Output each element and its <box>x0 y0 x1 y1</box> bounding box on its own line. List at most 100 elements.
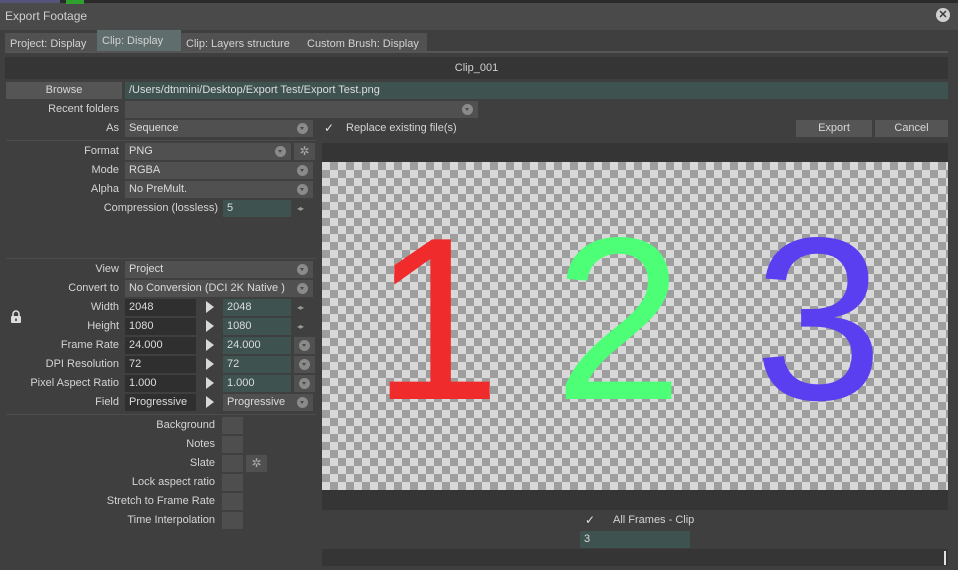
pixel-aspect-source-field[interactable]: 1.000 <box>125 375 196 392</box>
frame-rate-target-field[interactable]: 24.000 <box>223 337 291 354</box>
stretch-frame-rate-label: Stretch to Frame Rate <box>106 495 215 507</box>
top-strip <box>0 0 958 3</box>
height-target-field[interactable]: 1080 <box>223 318 291 335</box>
preview-digit-2: 2 <box>554 190 684 449</box>
clip-name-bar: Clip_001 <box>5 57 948 79</box>
format-settings-button[interactable]: ✲ <box>294 143 315 160</box>
magic-wand-icon: ✲ <box>251 456 262 470</box>
all-frames-label: All Frames - Clip <box>613 514 695 526</box>
frame-slider[interactable] <box>322 549 948 566</box>
tab-clip-layers-structure[interactable]: Clip: Layers structure <box>181 33 302 52</box>
pixel-aspect-dropdown[interactable] <box>294 375 315 392</box>
play-arrow-icon[interactable] <box>206 358 214 370</box>
frame-rate-source-field[interactable]: 24.000 <box>125 337 196 354</box>
divider <box>6 414 316 415</box>
alpha-dropdown[interactable]: No PreMult. <box>125 181 313 198</box>
preview-digit-3: 3 <box>754 190 884 449</box>
width-label: Width <box>90 301 119 313</box>
height-source-field[interactable]: 1080 <box>125 318 196 335</box>
compression-field[interactable]: 5 <box>223 200 291 217</box>
field-label: Field <box>95 396 119 408</box>
view-label: View <box>95 263 119 275</box>
spin-arrows-icon[interactable]: ◂▸ <box>297 299 304 316</box>
frame-rate-label: Frame Rate <box>60 339 119 351</box>
chevron-down-icon <box>299 340 310 351</box>
view-dropdown[interactable]: Project <box>125 261 313 278</box>
height-label: Height <box>87 320 119 332</box>
dpi-label: DPI Resolution <box>45 358 119 370</box>
slate-settings-button[interactable]: ✲ <box>246 455 267 472</box>
chevron-down-icon <box>462 104 473 115</box>
chevron-down-icon <box>297 397 308 408</box>
tab-custom-brush-display[interactable]: Custom Brush: Display <box>302 33 427 52</box>
width-source-field[interactable]: 2048 <box>125 299 196 316</box>
stretch-frame-rate-checkbox[interactable] <box>222 493 243 510</box>
slate-label: Slate <box>189 457 215 469</box>
browse-button[interactable]: Browse <box>6 82 122 99</box>
chevron-down-icon <box>297 165 308 176</box>
time-interpolation-checkbox[interactable] <box>222 512 243 529</box>
chevron-down-icon <box>297 264 308 275</box>
preview-digit-1: 1 <box>372 190 502 449</box>
convert-to-label: Convert to <box>68 282 119 294</box>
notes-label: Notes <box>186 438 215 450</box>
dpi-source-field[interactable]: 72 <box>125 356 196 373</box>
chevron-down-icon <box>299 378 310 389</box>
spin-arrows-icon[interactable]: ◂▸ <box>297 318 304 335</box>
compression-label: Compression (lossless) <box>103 202 218 214</box>
recent-folders-label: Recent folders <box>48 103 119 115</box>
divider <box>6 140 316 141</box>
divider <box>6 258 316 259</box>
background-label: Background <box>156 419 215 431</box>
export-path-field[interactable]: /Users/dtnmini/Desktop/Export Test/Expor… <box>125 82 948 99</box>
top-strip-indicator <box>66 0 84 4</box>
play-arrow-icon[interactable] <box>206 396 214 408</box>
replace-checkbox[interactable]: ✓ <box>324 120 334 137</box>
pixel-aspect-label: Pixel Aspect Ratio <box>30 377 119 389</box>
as-dropdown[interactable]: Sequence <box>125 120 313 137</box>
convert-to-dropdown[interactable]: No Conversion (DCI 2K Native ) <box>125 280 313 297</box>
top-strip-segment <box>0 0 60 3</box>
dpi-dropdown[interactable] <box>294 356 315 373</box>
replace-label: Replace existing file(s) <box>346 122 457 134</box>
close-icon[interactable]: ✕ <box>936 8 950 22</box>
format-dropdown[interactable]: PNG <box>125 143 291 160</box>
field-target-dropdown[interactable]: Progressive <box>223 394 313 411</box>
alpha-label: Alpha <box>90 183 119 195</box>
field-source-field[interactable]: Progressive <box>125 394 196 411</box>
play-arrow-icon[interactable] <box>206 320 214 332</box>
recent-folders-dropdown[interactable] <box>125 101 478 118</box>
window-title: Export Footage <box>5 9 88 23</box>
pixel-aspect-target-field[interactable]: 1.000 <box>223 375 291 392</box>
all-frames-checkbox[interactable]: ✓ <box>585 512 595 529</box>
notes-checkbox[interactable] <box>222 436 243 453</box>
width-target-field[interactable]: 2048 <box>223 299 291 316</box>
mode-dropdown[interactable]: RGBA <box>125 162 313 179</box>
cancel-button[interactable]: Cancel <box>875 120 948 137</box>
magic-wand-icon: ✲ <box>299 144 310 158</box>
play-arrow-icon[interactable] <box>206 301 214 313</box>
slate-checkbox[interactable] <box>222 455 243 472</box>
spin-arrows-icon[interactable]: ◂▸ <box>297 200 304 217</box>
lock-aspect-label: Lock aspect ratio <box>131 476 215 488</box>
tab-clip-display[interactable]: Clip: Display <box>97 30 181 52</box>
play-arrow-icon[interactable] <box>206 377 214 389</box>
chevron-down-icon <box>297 123 308 134</box>
frame-rate-dropdown[interactable] <box>294 337 315 354</box>
tab-underline <box>5 51 948 53</box>
mode-label: Mode <box>91 164 119 176</box>
format-label: Format <box>84 145 119 157</box>
slider-handle[interactable] <box>944 551 946 565</box>
lock-aspect-checkbox[interactable] <box>222 474 243 491</box>
background-checkbox[interactable] <box>222 417 243 434</box>
tab-bar: Project: Display Clip: Display Clip: Lay… <box>5 30 427 52</box>
chevron-down-icon <box>297 283 308 294</box>
play-arrow-icon[interactable] <box>206 339 214 351</box>
dpi-target-field[interactable]: 72 <box>223 356 291 373</box>
export-button[interactable]: Export <box>796 120 872 137</box>
chevron-down-icon <box>275 146 286 157</box>
preview-canvas: 1 2 3 <box>322 162 948 490</box>
chevron-down-icon <box>297 184 308 195</box>
frame-count-field[interactable]: 3 <box>580 531 690 548</box>
tab-project-display[interactable]: Project: Display <box>5 33 97 52</box>
